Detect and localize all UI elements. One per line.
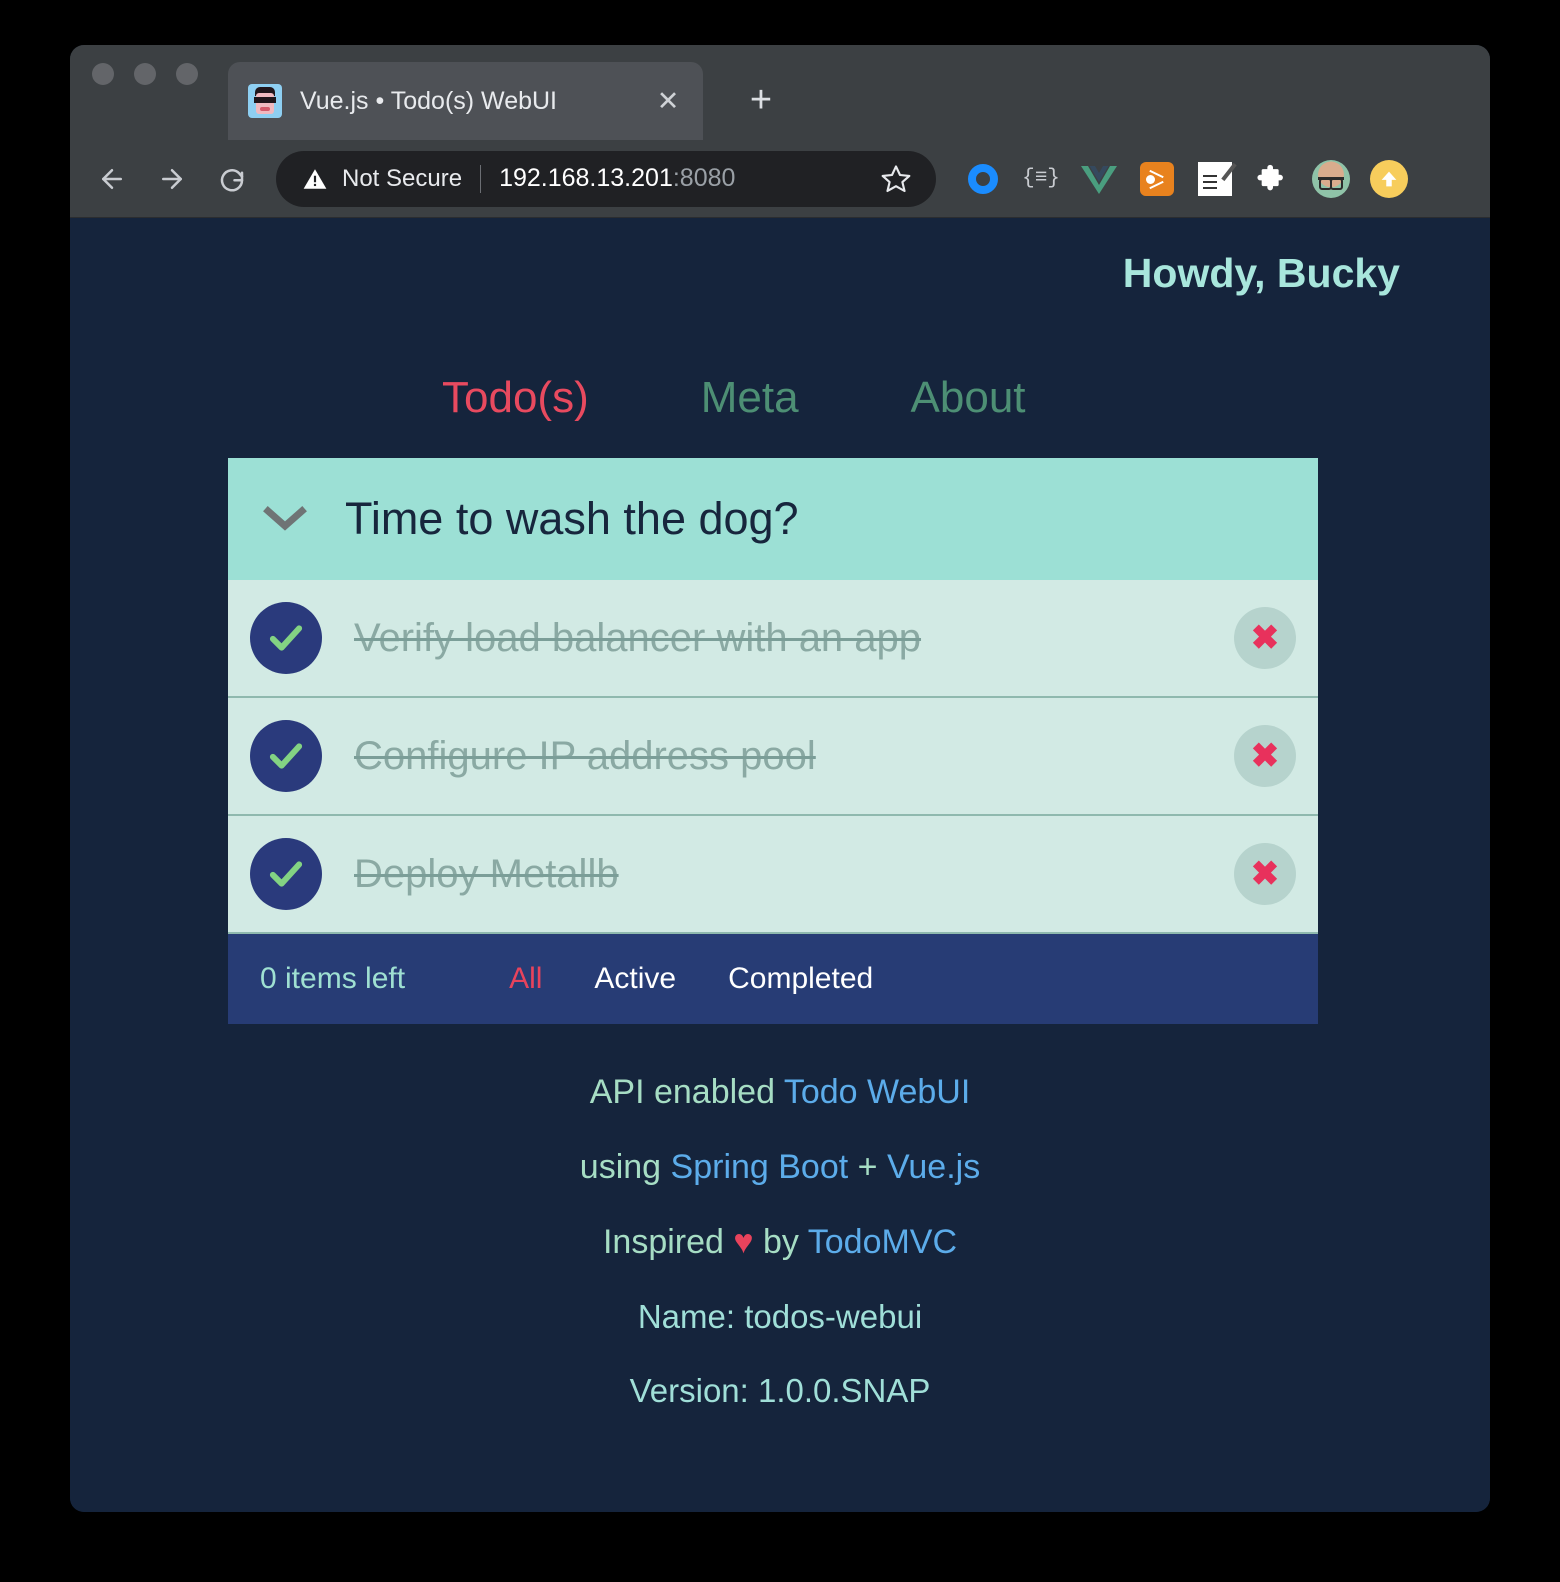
delete-todo-button[interactable]: ✖ <box>1234 843 1296 905</box>
todomvc-link[interactable]: TodoMVC <box>808 1223 957 1261</box>
favicon-icon <box>248 84 282 118</box>
info-line-inspired: Inspired ♥ by TodoMVC <box>70 1223 1490 1262</box>
filter-group: All Active Completed <box>509 962 873 996</box>
reload-arrow-icon[interactable] <box>204 151 260 207</box>
info-using-prefix: using <box>579 1148 671 1186</box>
share-graph-icon[interactable] <box>1136 158 1178 200</box>
filter-all[interactable]: All <box>509 962 542 996</box>
vue-devtools-icon[interactable] <box>1078 158 1120 200</box>
todo-checkbox[interactable] <box>250 838 322 910</box>
info-inspired-prefix: Inspired <box>602 1223 734 1261</box>
table-row[interactable]: Configure IP address pool ✖ <box>228 698 1318 816</box>
browser-toolbar: Not Secure 192.168.13.201 :8080 {≡} <box>70 140 1490 218</box>
spring-boot-link[interactable]: Spring Boot <box>671 1148 849 1186</box>
filter-active[interactable]: Active <box>594 962 676 996</box>
back-arrow-icon[interactable] <box>84 151 140 207</box>
delete-todo-button[interactable]: ✖ <box>1234 725 1296 787</box>
info-api-prefix: API enabled <box>589 1073 784 1111</box>
upload-arrow-icon[interactable] <box>1368 158 1410 200</box>
browser-window: Vue.js • Todo(s) WebUI ✕ + Not Secure 19… <box>70 45 1490 1512</box>
tab-about[interactable]: About <box>911 373 1026 423</box>
tab-title: Vue.js • Todo(s) WebUI <box>300 86 558 115</box>
tab-todos[interactable]: Todo(s) <box>442 373 589 423</box>
greeting-text: Howdy, Bucky <box>1122 250 1400 296</box>
json-formatter-icon[interactable]: {≡} <box>1020 158 1062 200</box>
address-bar[interactable]: Not Secure 192.168.13.201 :8080 <box>276 150 936 207</box>
items-left-count: 0 items left <box>260 962 406 995</box>
tab-meta[interactable]: Meta <box>701 373 799 423</box>
tab-strip: Vue.js • Todo(s) WebUI ✕ + <box>70 45 1490 140</box>
window-traffic-lights <box>92 63 198 85</box>
app-name-text: Name: todos-webui <box>637 1298 923 1335</box>
url-port-text: :8080 <box>672 164 736 192</box>
todo-title: Configure IP address pool <box>354 733 816 778</box>
todo-checkbox[interactable] <box>250 602 322 674</box>
info-line-stack: using Spring Boot + Vue.js <box>70 1148 1490 1187</box>
bookmark-star-icon[interactable] <box>876 159 916 199</box>
browser-tab[interactable]: Vue.js • Todo(s) WebUI ✕ <box>228 62 703 140</box>
profile-avatar-icon[interactable] <box>1310 158 1352 200</box>
delete-todo-button[interactable]: ✖ <box>1234 607 1296 669</box>
todo-title: Verify load balancer with an app <box>354 615 922 660</box>
new-tab-button[interactable]: + <box>735 74 787 126</box>
forward-arrow-icon[interactable] <box>144 151 200 207</box>
web-page-content: Howdy, Bucky Todo(s) Meta About Time to … <box>70 218 1490 1512</box>
notes-checklist-icon[interactable] <box>1194 158 1237 200</box>
not-secure-warning-icon <box>303 168 327 189</box>
todo-checkbox[interactable] <box>250 720 322 792</box>
minimize-window-button[interactable] <box>134 63 156 85</box>
maximize-window-button[interactable] <box>176 63 198 85</box>
vuejs-link[interactable]: Vue.js <box>887 1148 980 1186</box>
todo-footer: 0 items left All Active Completed <box>228 934 1318 1024</box>
info-plus: + <box>848 1148 887 1186</box>
table-row[interactable]: Verify load balancer with an app ✖ <box>228 580 1318 698</box>
filter-completed[interactable]: Completed <box>728 962 873 996</box>
close-tab-icon[interactable]: ✕ <box>651 84 685 118</box>
table-row[interactable]: Deploy Metallb ✖ <box>228 816 1318 934</box>
new-todo-input[interactable]: Time to wash the dog? <box>345 493 799 545</box>
heart-icon: ♥ <box>733 1223 754 1261</box>
todo-header: Time to wash the dog? <box>228 458 1318 580</box>
security-status-label: Not Secure <box>342 164 463 192</box>
puzzle-extensions-icon[interactable] <box>1252 158 1294 200</box>
todo-webui-link[interactable]: Todo WebUI <box>784 1073 970 1111</box>
omnibox-divider <box>480 164 482 193</box>
app-version-text: Version: 1.0.0.SNAP <box>629 1372 931 1409</box>
info-line-api: API enabled Todo WebUI <box>70 1073 1490 1112</box>
todo-panel: Time to wash the dog? Verify load balanc… <box>228 458 1318 1024</box>
info-by: by <box>753 1223 808 1261</box>
app-info-block: API enabled Todo WebUI using Spring Boot… <box>70 1073 1490 1446</box>
todo-title: Deploy Metallb <box>354 851 619 896</box>
chevron-down-icon[interactable] <box>250 489 320 549</box>
app-nav-tabs: Todo(s) Meta About <box>442 373 1026 423</box>
close-window-button[interactable] <box>92 63 114 85</box>
extension-icons: {≡} <box>962 158 1410 200</box>
blue-ring-icon[interactable] <box>962 158 1004 200</box>
url-host-text: 192.168.13.201 <box>499 164 673 192</box>
